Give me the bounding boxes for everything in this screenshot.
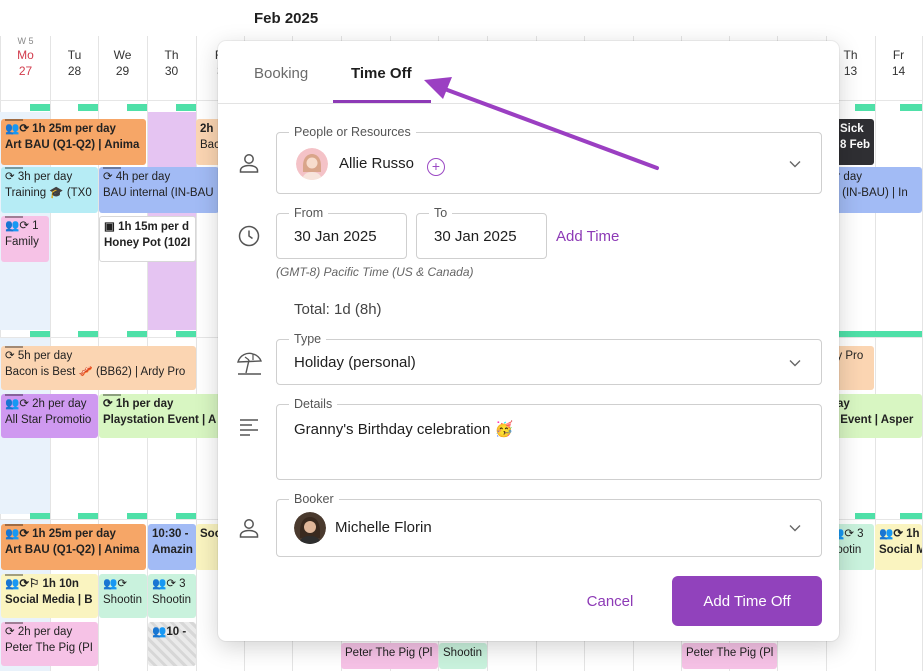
booker-label: Booker [289, 491, 339, 507]
timezone-label: (GMT-8) Pacific Time (US & Canada) [276, 265, 474, 279]
day-header-fri-14[interactable]: Fr 14 [874, 36, 923, 79]
event-card[interactable]: 👥⟳ 2h per day All Star Promotio [1, 394, 98, 438]
from-date-field[interactable]: From 30 Jan 2025 [276, 205, 407, 259]
event-card[interactable]: 👥⟳ 3 Shootin [148, 574, 196, 618]
from-value: 30 Jan 2025 [294, 228, 377, 245]
event-card[interactable]: 👥⟳ Shootin [99, 574, 147, 618]
event-card[interactable]: 👥⟳⚐ 1h 10n Social Media | B [1, 574, 98, 618]
person-icon [239, 154, 259, 173]
month-label: Feb 2025 [254, 10, 319, 27]
event-card[interactable]: Peter The Pig (Pl [341, 643, 438, 669]
modal-tabs: Booking Time Off [218, 41, 839, 104]
event-card[interactable]: ▣ 1h 15m per d Honey Pot (102I [99, 216, 196, 262]
person-icon [239, 519, 259, 538]
type-value: Holiday (personal) [294, 354, 416, 371]
clock-icon [238, 225, 260, 247]
booker-select[interactable]: Booker Michelle Florin [276, 491, 822, 557]
from-label: From [289, 205, 329, 221]
allie-russo-avatar [296, 148, 328, 180]
people-value: Allie Russo [339, 155, 415, 172]
event-card[interactable]: ⟳ 3h per day Training 🎓 (TX0 [1, 167, 98, 213]
event-card[interactable]: ⟳ 1h per day Playstation Event | A [99, 394, 224, 438]
event-card[interactable]: Peter The Pig (Pl [682, 643, 777, 669]
people-select[interactable]: People or Resources Allie Russo + [276, 124, 822, 194]
chevron-down-icon[interactable] [789, 522, 801, 534]
event-card[interactable]: ⟳ 2h per day Peter The Pig (PI [1, 622, 98, 666]
cancel-button[interactable]: Cancel [570, 576, 650, 626]
michelle-florin-avatar [294, 512, 326, 544]
text-lines-icon [240, 419, 258, 436]
chevron-down-icon[interactable] [789, 357, 801, 369]
type-label: Type [289, 331, 327, 347]
plus-circle-icon[interactable]: + [427, 158, 445, 176]
event-card[interactable]: ⟳ 5h per day Bacon is Best 🥓 (BB62) | Ard… [1, 346, 196, 390]
event-card[interactable]: 👥⟳ 1 Family [1, 216, 49, 262]
event-card[interactable]: 👥⟳ 1h 25m per day Art BAU (Q1-Q2) | Anima [1, 119, 146, 165]
people-label: People or Resources [289, 124, 416, 140]
to-label: To [429, 205, 453, 221]
total-duration: Total: 1d (8h) [294, 301, 382, 318]
add-time-off-button[interactable]: Add Time Off [672, 576, 822, 626]
details-textarea[interactable]: Details Granny's Birthday celebration 🥳 [276, 396, 822, 480]
day-header-mon[interactable]: W 5 Mo 27 [1, 36, 50, 79]
event-card[interactable]: 10:30 - Amazin [148, 524, 196, 570]
day-header-thu[interactable]: Th 30 [147, 36, 196, 79]
tab-booking[interactable]: Booking [254, 65, 308, 82]
active-tab-indicator [333, 100, 431, 103]
event-card[interactable]: er day al (IN-BAU) | In [826, 167, 922, 213]
event-card[interactable]: 👥⟳ 1h 25m per day Art BAU (Q1-Q2) | Anima [1, 524, 146, 570]
details-value: Granny's Birthday celebration 🥳 [294, 421, 514, 438]
event-card[interactable]: Shootin [439, 643, 487, 669]
time-off-modal: Booking Time Off People or Resources All… [218, 41, 839, 641]
event-card[interactable]: ⟳ 4h per day BAU internal (IN-BAU [99, 167, 219, 213]
add-time-link[interactable]: Add Time [556, 228, 619, 245]
event-card[interactable]: day n Event | Asper [826, 394, 922, 438]
event-card[interactable]: 👥10 - [148, 622, 196, 666]
type-select[interactable]: Type Holiday (personal) [276, 331, 822, 385]
to-value: 30 Jan 2025 [434, 228, 517, 245]
booker-value: Michelle Florin [335, 519, 432, 536]
beach-umbrella-icon [237, 352, 262, 375]
details-label: Details [289, 396, 338, 412]
tab-time-off[interactable]: Time Off [351, 65, 412, 82]
event-card[interactable]: Sick 8 Feb [836, 119, 874, 165]
day-header-tue[interactable]: Tu 28 [50, 36, 99, 79]
to-date-field[interactable]: To 30 Jan 2025 [416, 205, 547, 259]
day-header-wed[interactable]: We 29 [98, 36, 147, 79]
event-card[interactable]: 👥⟳ 1h Social M [875, 524, 922, 570]
chevron-down-icon[interactable] [789, 158, 801, 170]
